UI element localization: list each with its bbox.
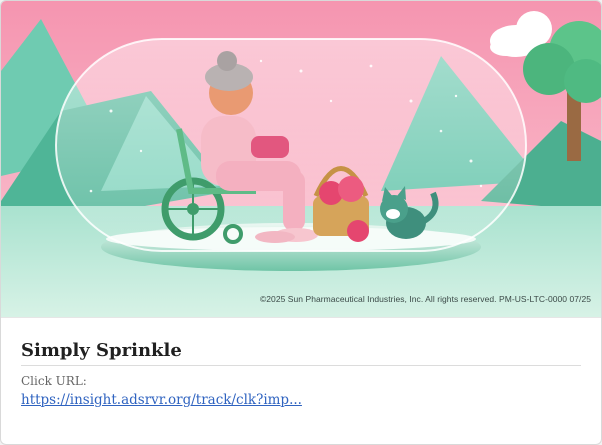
- ad-card: ©2025 Sun Pharmaceutical Industries, Inc…: [0, 0, 602, 445]
- ad-illustration: [1, 1, 601, 317]
- click-url-link[interactable]: https://insight.adsrvr.org/track/clk?imp…: [21, 392, 302, 408]
- copyright-text: ©2025 Sun Pharmaceutical Industries, Inc…: [259, 294, 591, 304]
- image-divider: [1, 317, 601, 318]
- click-url-label: Click URL:: [21, 374, 87, 388]
- title-divider: [21, 365, 581, 366]
- ad-image[interactable]: ©2025 Sun Pharmaceutical Industries, Inc…: [1, 1, 601, 317]
- ad-title: Simply Sprinkle: [21, 340, 182, 361]
